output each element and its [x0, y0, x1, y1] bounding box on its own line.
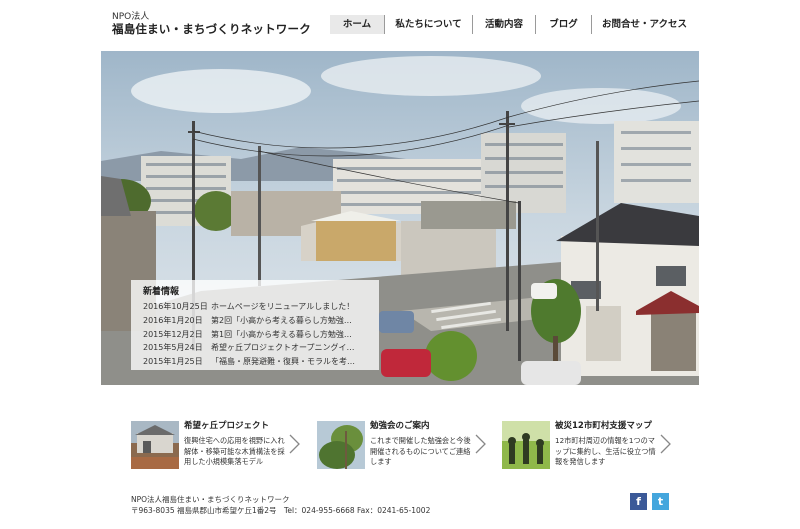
org-type: NPO法人 [112, 12, 150, 22]
news-item[interactable]: 2015年12月2日 第1回「小高から考える暮らし方勉強… [143, 328, 367, 342]
news-panel: 新着情報 2016年10月25日 ホームページをリニューアルしました！ 2016… [131, 280, 379, 370]
news-link[interactable]: 第1回「小高から考える暮らし方勉強… [211, 328, 367, 342]
main-nav: ホーム 私たちについて 活動内容 ブログ お問合せ・アクセス [330, 15, 697, 34]
news-item[interactable]: 2016年1月20日 第2回「小高から考える暮らし方勉強… [143, 314, 367, 328]
news-link[interactable]: ホームページをリニューアルしました！ [211, 300, 367, 314]
card-description: 復興住宅への応用を視野に入れ解体・移築可能な木賃構法を採用した小規模集落モデル [184, 436, 285, 466]
news-date: 2016年10月25日 [143, 302, 208, 311]
news-date: 2015年12月2日 [143, 329, 203, 339]
card-description: これまで開催した勉強会と今後開催されるものについてご連絡します [370, 436, 471, 466]
chevron-right-icon[interactable] [473, 433, 487, 455]
feature-cards: 希望ヶ丘プロジェクト 復興住宅への応用を視野に入れ解体・移築可能な木賃構法を採用… [131, 419, 671, 471]
news-link[interactable]: 第2回「小高から考える暮らし方勉強… [211, 314, 367, 328]
card-kibougaoka-project[interactable]: 希望ヶ丘プロジェクト 復興住宅への応用を視野に入れ解体・移築可能な木賃構法を採用… [131, 419, 301, 471]
card-thumbnail-image [131, 421, 179, 469]
card-thumbnail-image [502, 421, 550, 469]
nav-item-activities[interactable]: 活動内容 [473, 15, 535, 34]
card-title: 被災12市町村支援マップ [555, 421, 652, 431]
card-study-sessions[interactable]: 勉強会のご案内 これまで開催した勉強会と今後開催されるものについてご連絡します [317, 419, 487, 471]
nav-item-blog[interactable]: ブログ [536, 15, 591, 34]
nav-item-about[interactable]: 私たちについて [385, 15, 472, 34]
footer-org-name: NPO法人福島住まい・まちづくりネットワーク [131, 495, 290, 504]
card-thumbnail-image [317, 421, 365, 469]
facebook-icon[interactable]: f [630, 493, 647, 510]
news-link[interactable]: 「福島・原発避難・復興・モラルを考… [211, 355, 367, 369]
footer-address: 〒963-8035 福島県郡山市希望ケ丘1番2号 Tel：024-955-666… [131, 506, 431, 515]
facebook-glyph: f [636, 495, 641, 508]
org-name: 福島住まい・まちづくりネットワーク [112, 22, 311, 36]
news-title: 新着情報 [143, 287, 180, 297]
site-logo[interactable]: NPO法人 福島住まい・まちづくりネットワーク [112, 12, 311, 37]
news-date: 2015年1月25日 [143, 357, 203, 367]
news-item[interactable]: 2015年1月25日 「福島・原発避難・復興・モラルを考… [143, 355, 367, 369]
chevron-right-icon[interactable] [658, 433, 672, 455]
nav-item-home[interactable]: ホーム [330, 15, 384, 34]
card-description: 12市町村周辺の情報を1つのマップに集約し、生活に役立つ情報を発信します [555, 436, 656, 466]
card-title: 勉強会のご案内 [370, 421, 430, 431]
news-date: 2016年1月20日 [143, 315, 203, 325]
twitter-icon[interactable]: t [652, 493, 669, 510]
news-link[interactable]: 希望ヶ丘プロジェクトオープニングイ… [211, 341, 367, 355]
footer: NPO法人福島住まい・まちづくりネットワーク 〒963-8035 福島県郡山市希… [131, 494, 430, 516]
nav-item-contact[interactable]: お問合せ・アクセス [592, 15, 697, 34]
news-item[interactable]: 2016年10月25日 ホームページをリニューアルしました！ [143, 300, 367, 314]
card-title: 希望ヶ丘プロジェクト [184, 421, 270, 431]
card-support-map[interactable]: 被災12市町村支援マップ 12市町村周辺の情報を1つのマップに集約し、生活に役立… [502, 419, 672, 471]
chevron-right-icon[interactable] [287, 433, 301, 455]
news-date: 2015年5月24日 [143, 343, 203, 353]
twitter-glyph: t [657, 495, 664, 508]
news-item[interactable]: 2015年5月24日 希望ヶ丘プロジェクトオープニングイ… [143, 341, 367, 355]
